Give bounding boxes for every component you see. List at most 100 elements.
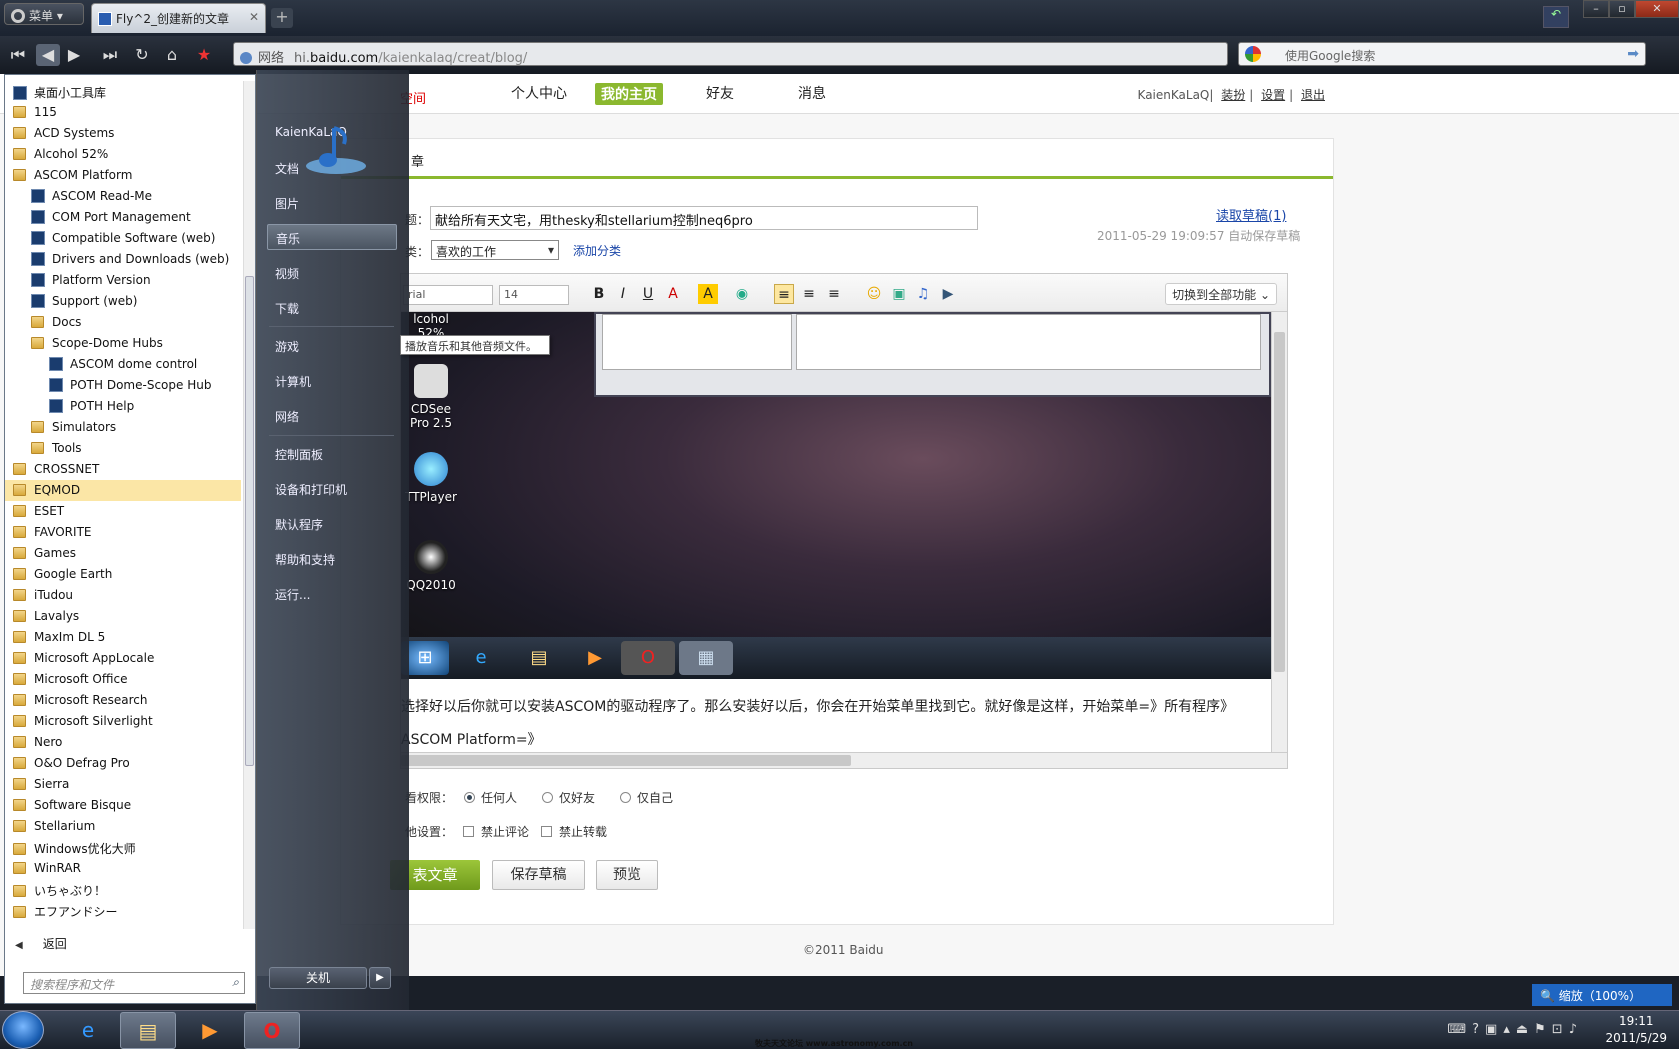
- safe-remove-icon[interactable]: ⏏: [1516, 1022, 1534, 1037]
- nav-messages[interactable]: 消息: [798, 83, 826, 103]
- minimize-button[interactable]: –: [1583, 0, 1609, 18]
- nav-friends[interactable]: 好友: [706, 83, 734, 103]
- start-item-help[interactable]: 帮助和支持: [267, 546, 397, 572]
- program-item[interactable]: O&O Defrag Pro: [5, 753, 241, 774]
- taskbar-explorer-icon[interactable]: ▤: [120, 1012, 176, 1049]
- program-item[interactable]: ASCOM Platform: [5, 165, 241, 186]
- back-button[interactable]: 返回: [15, 935, 67, 952]
- program-item[interactable]: COM Port Management: [5, 207, 241, 228]
- start-item-network[interactable]: 网络: [267, 403, 397, 429]
- rewind-icon[interactable]: ⏮: [6, 44, 30, 66]
- highlight-color-icon[interactable]: A: [698, 284, 718, 304]
- program-item[interactable]: EQMOD: [5, 480, 241, 501]
- link-logout[interactable]: 退出: [1301, 88, 1325, 102]
- program-item[interactable]: FAVORITE: [5, 522, 241, 543]
- scroll-thumb[interactable]: [245, 276, 254, 766]
- program-item[interactable]: Alcohol 52%: [5, 144, 241, 165]
- nav-personal-center[interactable]: 个人中心: [511, 83, 567, 103]
- start-item-computer[interactable]: 计算机: [267, 368, 397, 394]
- closed-tabs-icon[interactable]: ↶: [1543, 6, 1569, 28]
- taskbar-ie-icon[interactable]: e: [60, 1012, 116, 1049]
- music-icon[interactable]: ♫: [913, 284, 933, 304]
- help-icon[interactable]: ?: [1472, 1022, 1485, 1037]
- program-item[interactable]: エフアンドシー: [5, 900, 241, 921]
- italic-icon[interactable]: I: [613, 284, 633, 304]
- link-dress-up[interactable]: 装扮: [1221, 88, 1245, 102]
- program-item[interactable]: MaxIm DL 5: [5, 627, 241, 648]
- start-item-music[interactable]: 音乐: [267, 224, 397, 250]
- start-item-videos[interactable]: 视频: [267, 260, 397, 286]
- perm-anyone-radio[interactable]: [464, 792, 475, 803]
- editor-vertical-scrollbar[interactable]: [1271, 312, 1287, 754]
- close-window-button[interactable]: ✕: [1635, 0, 1679, 18]
- keyboard-icon[interactable]: ⌨: [1447, 1022, 1472, 1037]
- category-select[interactable]: 喜欢的工作: [431, 240, 559, 260]
- program-item[interactable]: iTudou: [5, 585, 241, 606]
- start-item-games[interactable]: 游戏: [267, 333, 397, 359]
- font-size-select[interactable]: 14: [499, 285, 569, 305]
- program-item[interactable]: CROSSNET: [5, 459, 241, 480]
- scroll-thumb[interactable]: [1274, 332, 1285, 672]
- back-icon[interactable]: ◀: [36, 44, 60, 66]
- program-item[interactable]: Sierra: [5, 774, 241, 795]
- fast-forward-icon[interactable]: ⏭: [98, 44, 122, 66]
- zoom-indicator[interactable]: 🔍 缩放（100%）: [1532, 984, 1672, 1006]
- no-comment-label[interactable]: 禁止评论: [481, 823, 529, 840]
- video-icon[interactable]: ▶: [938, 284, 958, 304]
- program-item[interactable]: Drivers and Downloads (web): [5, 249, 241, 270]
- start-item-control-panel[interactable]: 控制面板: [267, 441, 397, 467]
- program-item[interactable]: Windows优化大师: [5, 837, 241, 858]
- program-item[interactable]: ASCOM dome control: [5, 354, 241, 375]
- home-icon[interactable]: ⌂: [160, 44, 184, 66]
- program-item[interactable]: 115: [5, 102, 241, 123]
- image-icon[interactable]: ▣: [889, 284, 909, 304]
- program-item[interactable]: Tools: [5, 438, 241, 459]
- maximize-button[interactable]: ▫: [1609, 0, 1635, 18]
- perm-anyone-label[interactable]: 任何人: [481, 789, 517, 806]
- bookmark-icon[interactable]: ★: [192, 44, 216, 66]
- align-right-icon[interactable]: ≡: [824, 284, 844, 304]
- program-item[interactable]: Microsoft Research: [5, 690, 241, 711]
- program-item[interactable]: ESET: [5, 501, 241, 522]
- program-item[interactable]: Microsoft Silverlight: [5, 711, 241, 732]
- save-draft-button[interactable]: 保存草稿: [492, 860, 585, 890]
- program-list-scrollbar[interactable]: [243, 81, 255, 929]
- program-item[interactable]: Lavalys: [5, 606, 241, 627]
- program-item[interactable]: ASCOM Read-Me: [5, 186, 241, 207]
- perm-self-radio[interactable]: [620, 792, 631, 803]
- read-draft-link[interactable]: 读取草稿(1): [1216, 205, 1286, 224]
- network-tray-icon[interactable]: ⊡: [1552, 1022, 1569, 1037]
- reload-icon[interactable]: ↻: [130, 44, 154, 66]
- bold-icon[interactable]: B: [589, 284, 609, 304]
- forward-icon[interactable]: ▶: [62, 44, 86, 66]
- no-comment-checkbox[interactable]: [463, 826, 474, 837]
- start-item-pictures[interactable]: 图片: [267, 190, 397, 216]
- align-left-icon[interactable]: ≡: [774, 284, 794, 304]
- program-item[interactable]: WinRAR: [5, 858, 241, 879]
- scroll-thumb[interactable]: [401, 755, 851, 766]
- opera-menu-button[interactable]: 菜单 ▾: [4, 3, 84, 25]
- program-item[interactable]: Simulators: [5, 417, 241, 438]
- start-item-run[interactable]: 运行...: [267, 581, 397, 607]
- program-item[interactable]: Support (web): [5, 291, 241, 312]
- volume-icon[interactable]: ♪: [1569, 1022, 1583, 1037]
- program-item[interactable]: Docs: [5, 312, 241, 333]
- program-item[interactable]: Games: [5, 543, 241, 564]
- full-toolbar-toggle[interactable]: 切换到全部功能 ⌄: [1165, 283, 1277, 305]
- start-button[interactable]: [2, 1011, 44, 1049]
- link-settings[interactable]: 设置: [1261, 88, 1285, 102]
- tray-app-icon[interactable]: ▣: [1485, 1022, 1503, 1037]
- editor-horizontal-scrollbar[interactable]: [401, 752, 1287, 768]
- no-repost-label[interactable]: 禁止转载: [559, 823, 607, 840]
- font-family-select[interactable]: rial: [403, 285, 493, 305]
- font-color-icon[interactable]: A: [663, 284, 683, 304]
- new-tab-button[interactable]: +: [271, 8, 293, 28]
- perm-friends-label[interactable]: 仅好友: [559, 789, 595, 806]
- program-item[interactable]: Platform Version: [5, 270, 241, 291]
- program-item[interactable]: Nero: [5, 732, 241, 753]
- title-input[interactable]: 献给所有天文宅，用thesky和stellarium控制neq6pro: [430, 206, 978, 230]
- link-icon[interactable]: ◉: [732, 284, 752, 304]
- perm-friends-radio[interactable]: [542, 792, 553, 803]
- start-item-default-programs[interactable]: 默认程序: [267, 511, 397, 537]
- program-item[interactable]: Scope-Dome Hubs: [5, 333, 241, 354]
